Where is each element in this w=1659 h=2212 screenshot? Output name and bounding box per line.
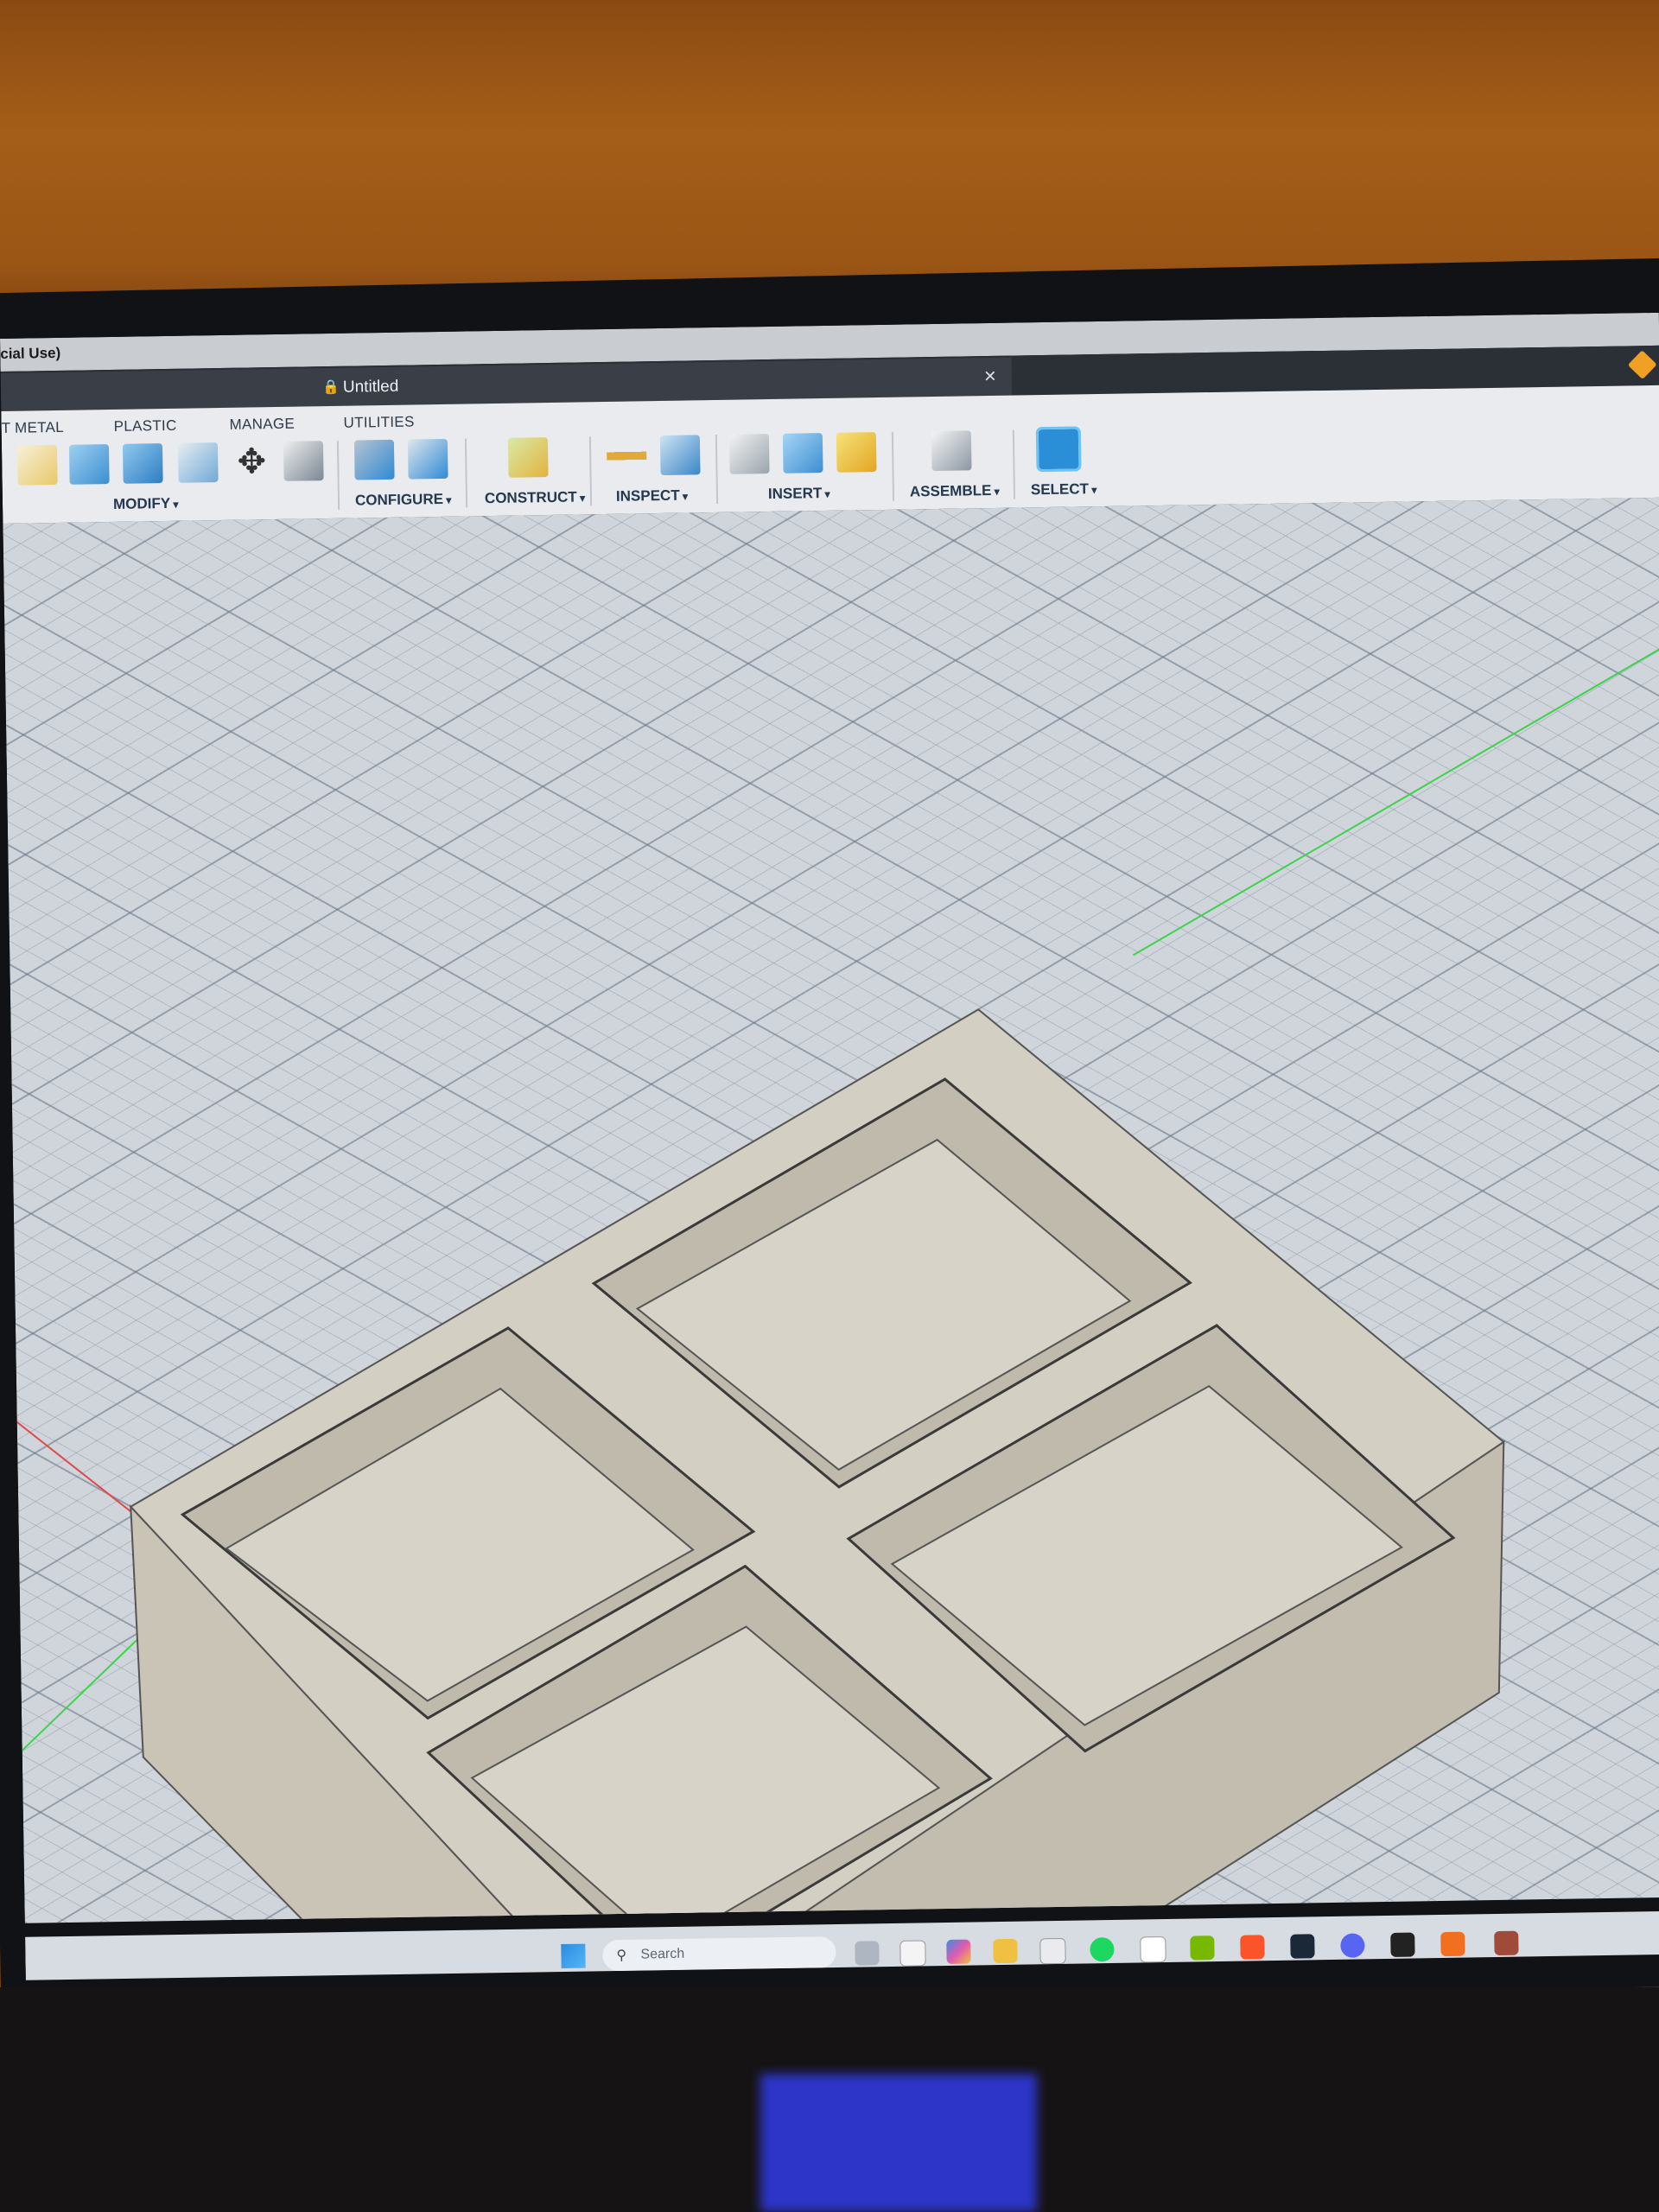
configure-parameter-icon[interactable] [353, 439, 395, 480]
measure-icon[interactable] [606, 435, 647, 476]
fusion-360-icon[interactable] [1440, 1931, 1465, 1957]
tray-body[interactable] [123, 1001, 1516, 1923]
search-placeholder: Search [640, 1946, 685, 1962]
tab-sheet-metal[interactable]: T METAL [1, 419, 64, 437]
desk-light [760, 2074, 1037, 2212]
toolbar-separator [1012, 429, 1016, 499]
data-panel-cube-icon[interactable] [1627, 350, 1657, 380]
toolbar-separator [588, 436, 593, 506]
store-icon[interactable] [1039, 1937, 1066, 1965]
y-axis-line-left [21, 1626, 151, 1751]
construct-menu[interactable]: CONSTRUCT [485, 488, 585, 507]
notepad-icon[interactable] [899, 1940, 926, 1967]
align-icon[interactable] [283, 441, 324, 481]
windows-start-icon[interactable] [561, 1943, 586, 1969]
toolbar-separator [891, 431, 895, 501]
fillet-icon[interactable] [68, 444, 110, 485]
file-explorer-icon[interactable] [993, 1938, 1018, 1964]
lock-icon: 🔒 [321, 379, 340, 396]
spotify-icon[interactable] [1090, 1936, 1115, 1962]
epic-games-icon[interactable] [1390, 1932, 1415, 1957]
brave-icon[interactable] [1240, 1935, 1265, 1960]
insert-image-icon[interactable] [782, 433, 823, 474]
press-pull-icon[interactable] [16, 444, 58, 486]
tab-utilities[interactable]: UTILITIES [343, 413, 414, 431]
move-icon[interactable]: ✥ [232, 442, 272, 482]
new-component-icon[interactable] [931, 430, 972, 472]
app-screen: cial Use) 🔒 Untitled × T METAL PLASTIC M… [0, 312, 1659, 1980]
toolbar-separator [715, 434, 719, 505]
modify-menu[interactable]: MODIFY [113, 495, 179, 513]
select-icon[interactable] [1035, 426, 1082, 473]
tab-manage[interactable]: MANAGE [229, 416, 295, 434]
insert-derive-icon[interactable] [728, 434, 770, 474]
discord-icon[interactable] [1340, 1933, 1365, 1958]
insert-menu[interactable]: INSERT [768, 485, 830, 503]
window-title: cial Use) [0, 344, 61, 362]
offset-plane-icon[interactable] [507, 437, 549, 478]
task-view-icon[interactable] [855, 1941, 880, 1966]
app-icon[interactable] [1494, 1930, 1519, 1956]
3d-viewport-canvas[interactable] [3, 497, 1659, 1923]
y-axis-line [1132, 626, 1659, 957]
configure-table-icon[interactable] [407, 438, 448, 480]
taskbar-search[interactable]: ⚲ Search [602, 1936, 836, 1972]
inspect-menu[interactable]: INSPECT [616, 487, 688, 505]
assemble-menu[interactable]: ASSEMBLE [910, 482, 1000, 501]
combine-icon[interactable] [177, 442, 219, 483]
copilot-icon[interactable] [946, 1939, 971, 1965]
search-icon: ⚲ [616, 1948, 627, 1964]
steam-icon[interactable] [1290, 1934, 1315, 1959]
document-icon[interactable] [1140, 1936, 1166, 1963]
document-name: Untitled [342, 377, 399, 397]
toolbar-separator [464, 438, 468, 508]
insert-mesh-icon[interactable] [836, 432, 877, 473]
nvidia-icon[interactable] [1190, 1936, 1215, 1961]
toolbar-separator [336, 440, 340, 510]
configure-menu[interactable]: CONFIGURE [355, 491, 452, 510]
shell-icon[interactable] [122, 443, 163, 484]
model-view [16, 626, 1659, 1923]
interference-icon[interactable] [659, 435, 701, 476]
tab-plastic[interactable]: PLASTIC [113, 417, 176, 435]
select-menu[interactable]: SELECT [1031, 480, 1097, 499]
close-icon[interactable]: × [984, 365, 996, 389]
